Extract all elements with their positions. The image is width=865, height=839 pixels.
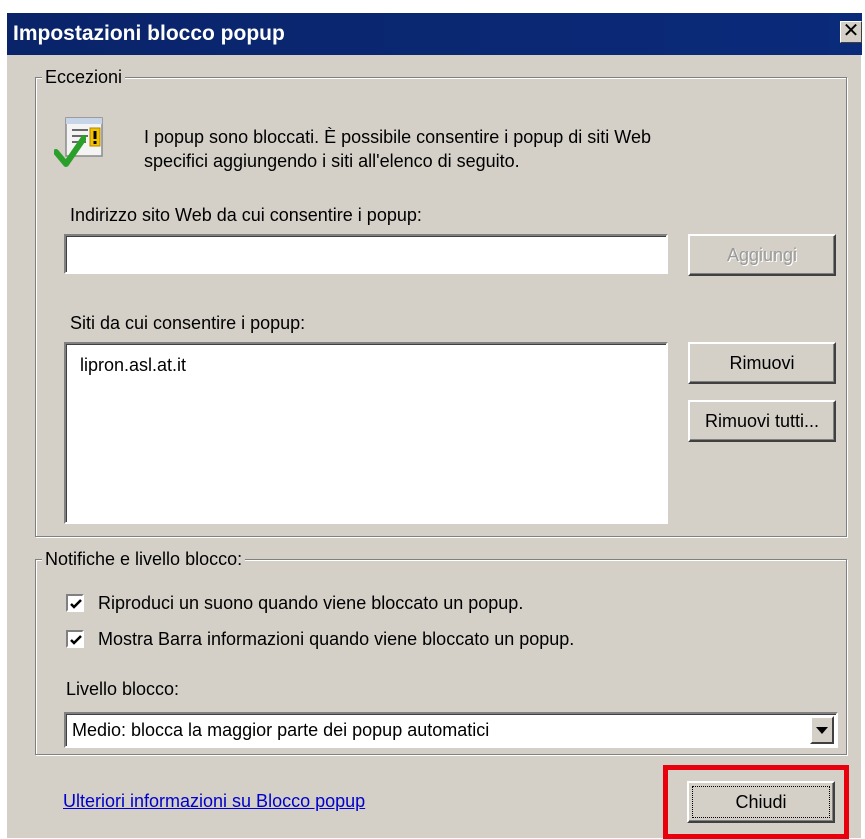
- level-label: Livello blocco:: [66, 679, 180, 699]
- address-label: Indirizzo sito Web da cui consentire i p…: [70, 205, 422, 225]
- close-button[interactable]: Chiudi: [687, 781, 835, 823]
- exceptions-legend: Eccezioni: [42, 66, 126, 88]
- play-sound-checkbox[interactable]: [66, 594, 84, 612]
- dropdown-arrow-icon[interactable]: [810, 716, 834, 744]
- close-window-button[interactable]: ✕: [840, 21, 862, 43]
- sites-list[interactable]: lipron.asl.at.it: [64, 342, 668, 524]
- remove-all-button[interactable]: Rimuovi tutti...: [688, 400, 836, 442]
- check-mark-icon: [53, 134, 87, 168]
- exceptions-info-line2: specifici aggiungendo i siti all'elenco …: [144, 151, 520, 171]
- title-bar[interactable]: Impostazioni blocco popup ✕: [7, 13, 862, 55]
- exceptions-info-line1: I popup sono bloccati. È possibile conse…: [144, 127, 651, 147]
- block-level-value: Medio: blocca la maggior parte dei popup…: [72, 720, 490, 740]
- notifications-group: Notifiche e livello blocco: Riproduci un…: [35, 548, 847, 755]
- list-item[interactable]: lipron.asl.at.it: [80, 354, 186, 376]
- address-input[interactable]: [64, 234, 668, 274]
- window-title: Impostazioni blocco popup: [13, 22, 285, 45]
- sites-label: Siti da cui consentire i popup:: [70, 313, 306, 333]
- play-sound-label[interactable]: Riproduci un suono quando viene bloccato…: [98, 592, 523, 614]
- help-link[interactable]: Ulteriori informazioni su Blocco popup: [63, 791, 365, 812]
- remove-button[interactable]: Rimuovi: [688, 342, 836, 384]
- popup-blocker-settings-dialog: Impostazioni blocco popup ✕ Eccezioni I …: [6, 12, 862, 839]
- notifications-legend: Notifiche e livello blocco:: [42, 548, 246, 570]
- add-button[interactable]: Aggiungi: [688, 234, 836, 276]
- show-infobar-checkbox[interactable]: [66, 630, 84, 648]
- block-level-select[interactable]: Medio: blocca la maggior parte dei popup…: [64, 712, 838, 748]
- show-infobar-label[interactable]: Mostra Barra informazioni quando viene b…: [98, 628, 574, 650]
- exceptions-group: Eccezioni I popup sono bloccati. È possi…: [35, 66, 847, 537]
